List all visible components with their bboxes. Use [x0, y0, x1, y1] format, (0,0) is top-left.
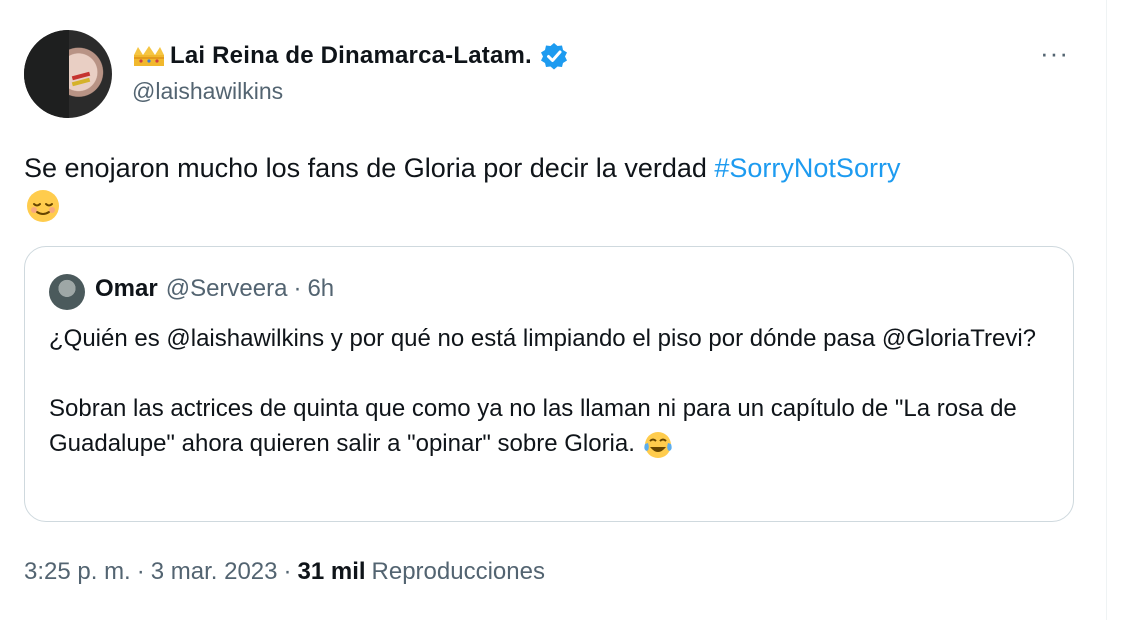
- author-display-name[interactable]: Lai Reina de Dinamarca-Latam.: [170, 42, 532, 70]
- quoted-paragraph-1: ¿Quién es @laishawilkins y por qué no es…: [49, 325, 1037, 352]
- more-options-icon[interactable]: ···: [1040, 38, 1069, 69]
- crown-icon: [132, 45, 166, 67]
- quoted-author-avatar[interactable]: [49, 274, 85, 310]
- tweet-body: Se enojaron mucho los fans de Gloria por…: [24, 153, 715, 183]
- author-avatar[interactable]: [24, 30, 112, 118]
- hashtag-link[interactable]: #SorryNotSorry: [714, 153, 900, 183]
- tears-of-joy-emoji: [642, 430, 674, 460]
- author-handle[interactable]: @laishawilkins: [132, 78, 283, 105]
- quoted-paragraph-2-text: Sobran las actrices de quinta que como y…: [49, 395, 1017, 457]
- tweet-date[interactable]: 3 mar. 2023: [151, 558, 278, 586]
- quoted-tweet-card[interactable]: Omar @Serveera · 6h ¿Quién es @laishawil…: [24, 246, 1074, 522]
- relieved-face-emoji: [24, 188, 62, 224]
- footer-separator-2: ·: [283, 558, 292, 585]
- views-label[interactable]: Reproducciones: [372, 558, 545, 586]
- quoted-tweet-body: ¿Quién es @laishawilkins y por qué no es…: [49, 321, 1059, 496]
- verified-badge-icon[interactable]: [540, 42, 568, 70]
- avatar-hair: [24, 30, 69, 118]
- tweet-footer: 3:25 p. m. · 3 mar. 2023 · 31 mil Reprod…: [24, 558, 545, 586]
- quoted-timestamp[interactable]: 6h: [307, 275, 334, 303]
- footer-separator-1: ·: [136, 558, 145, 585]
- quoted-paragraph-2: Sobran las actrices de quinta que como y…: [49, 391, 1059, 461]
- tweet-text: Se enojaron mucho los fans de Gloria por…: [24, 150, 1084, 224]
- quoted-author-handle[interactable]: @Serveera: [166, 275, 288, 303]
- quoted-tweet-header: Omar @Serveera · 6h: [95, 275, 334, 303]
- quoted-author-name[interactable]: Omar: [95, 275, 158, 303]
- quoted-separator: ·: [293, 275, 302, 302]
- tweet-time[interactable]: 3:25 p. m.: [24, 558, 131, 586]
- author-name-row[interactable]: Lai Reina de Dinamarca-Latam.: [132, 40, 568, 72]
- column-divider: [1106, 0, 1107, 620]
- views-count[interactable]: 31 mil: [297, 558, 365, 586]
